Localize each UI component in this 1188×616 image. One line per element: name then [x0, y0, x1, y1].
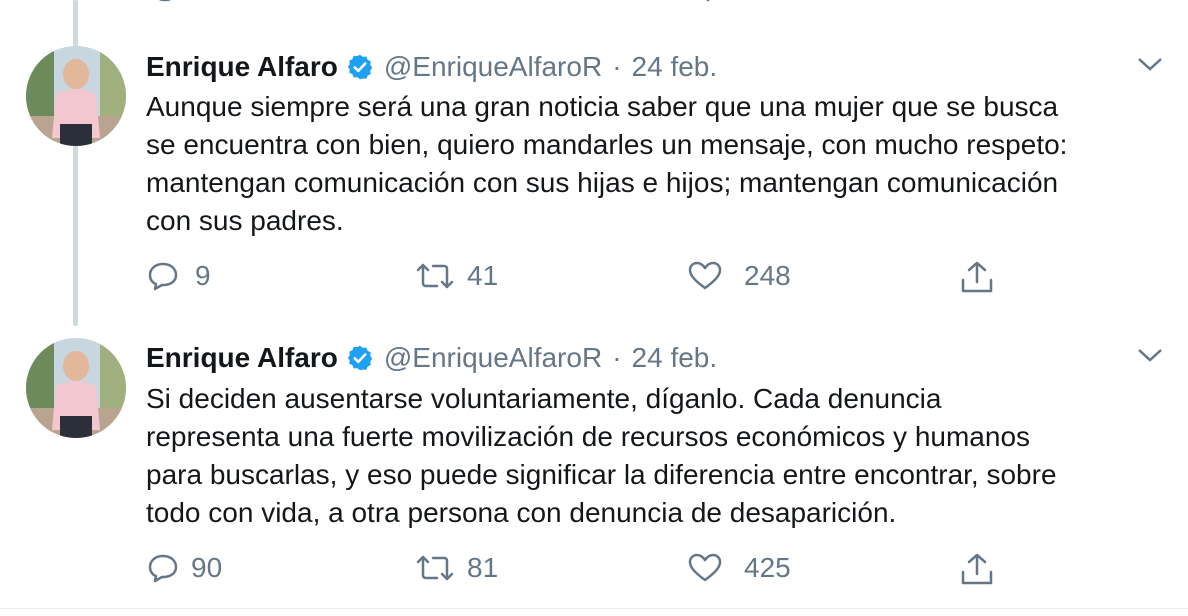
share-button[interactable]	[960, 260, 994, 294]
tweet-header: Enrique Alfaro @EnriqueAlfaroR · 24 feb.	[146, 47, 717, 87]
retweet-icon	[416, 555, 454, 581]
tweet-text-line: todo con vida, a otra persona con denunc…	[146, 497, 897, 528]
like-count: 425	[744, 552, 791, 583]
reply-count: 9	[195, 260, 211, 291]
author-handle[interactable]: @EnriqueAlfaroR	[384, 51, 602, 83]
previous-tweet-actions-cropped	[0, 0, 1188, 10]
author-handle[interactable]: @EnriqueAlfaroR	[384, 342, 602, 374]
share-button[interactable]	[960, 552, 994, 586]
tweet-text-line: Si deciden ausentarse voluntariamente, d…	[146, 383, 942, 414]
like-icon[interactable]	[693, 0, 723, 4]
share-icon	[961, 553, 993, 585]
divider	[0, 608, 1188, 609]
like-button[interactable]: 248	[688, 260, 791, 292]
reply-count: 90	[191, 552, 223, 583]
tweet-date[interactable]: 24 feb.	[632, 51, 718, 83]
tweet-text: Si deciden ausentarse voluntariamente, d…	[146, 380, 1156, 532]
tweet-header: Enrique Alfaro @EnriqueAlfaroR · 24 feb.	[146, 338, 717, 378]
heart-icon	[688, 261, 722, 290]
reply-icon	[148, 262, 178, 291]
like-count: 248	[744, 260, 791, 291]
tweet-text-line: para buscarlas, y eso puede significar l…	[146, 459, 1057, 490]
author-name[interactable]: Enrique Alfaro	[146, 51, 338, 83]
share-icon	[961, 261, 993, 293]
tweet-actions: 90 81 425	[0, 552, 1188, 592]
share-icon[interactable]	[962, 0, 992, 4]
person-photo-avatar-icon	[26, 46, 126, 146]
retweet-icon	[416, 263, 454, 289]
tweet-actions: 9 41 248	[0, 260, 1188, 300]
reply-icon[interactable]	[150, 0, 180, 4]
chevron-down-icon[interactable]	[1137, 347, 1163, 363]
retweet-count: 41	[467, 260, 499, 291]
tweet[interactable]: Enrique Alfaro @EnriqueAlfaroR · 24 feb.…	[0, 46, 1188, 326]
reply-button[interactable]: 90	[147, 552, 222, 584]
reply-button[interactable]: 9	[147, 260, 211, 292]
heart-icon	[688, 553, 722, 582]
separator-dot: ·	[612, 342, 622, 373]
tweet[interactable]: Enrique Alfaro @EnriqueAlfaroR · 24 feb.…	[0, 338, 1188, 608]
tweet-text-line: representa una fuerte movilización de re…	[146, 421, 1031, 452]
tweet-text-line: se encuentra con bien, quiero mandarles …	[146, 129, 1068, 160]
verified-badge-icon	[347, 54, 373, 80]
avatar[interactable]	[26, 338, 126, 438]
verified-badge-icon	[347, 345, 373, 371]
avatar[interactable]	[26, 46, 126, 146]
retweet-count: 81	[467, 552, 499, 583]
retweet-button[interactable]: 41	[415, 260, 498, 292]
like-button[interactable]: 425	[688, 552, 791, 584]
tweet-text-line: Aunque siempre será una gran noticia sab…	[146, 91, 1059, 122]
retweet-button[interactable]: 81	[415, 552, 498, 584]
tweet-date[interactable]: 24 feb.	[632, 342, 718, 374]
chevron-down-icon[interactable]	[1137, 56, 1163, 72]
tweet-text-line: mantengan comunicación con sus hijas e h…	[146, 167, 1059, 198]
tweet-text: Aunque siempre será una gran noticia sab…	[146, 88, 1156, 240]
tweet-text-line: con sus padres.	[146, 205, 344, 236]
author-name[interactable]: Enrique Alfaro	[146, 342, 338, 374]
reply-icon	[148, 554, 178, 583]
separator-dot: ·	[612, 51, 622, 82]
person-photo-avatar-icon	[26, 338, 126, 438]
